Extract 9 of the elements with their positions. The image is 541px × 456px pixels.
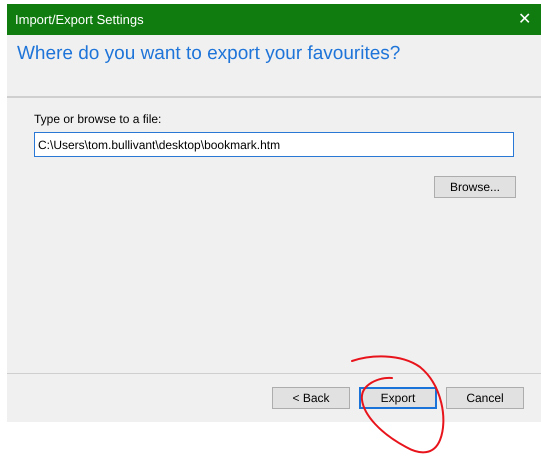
dialog-button[interactable]: Export	[359, 387, 437, 409]
dialog-button[interactable]: < Back	[272, 387, 350, 409]
browse-button[interactable]: Browse...	[434, 176, 516, 198]
dialog-button[interactable]: Cancel	[446, 387, 524, 409]
window-title: Import/Export Settings	[15, 10, 144, 29]
file-path-field[interactable]: C:\Users\tom.bullivant\desktop\bookmark.htm	[34, 132, 514, 157]
close-button[interactable]: ✕	[516, 12, 533, 28]
page-heading: Where do you want to export your favourites?	[17, 43, 402, 66]
field-label: Type or browse to a file:	[34, 111, 162, 128]
